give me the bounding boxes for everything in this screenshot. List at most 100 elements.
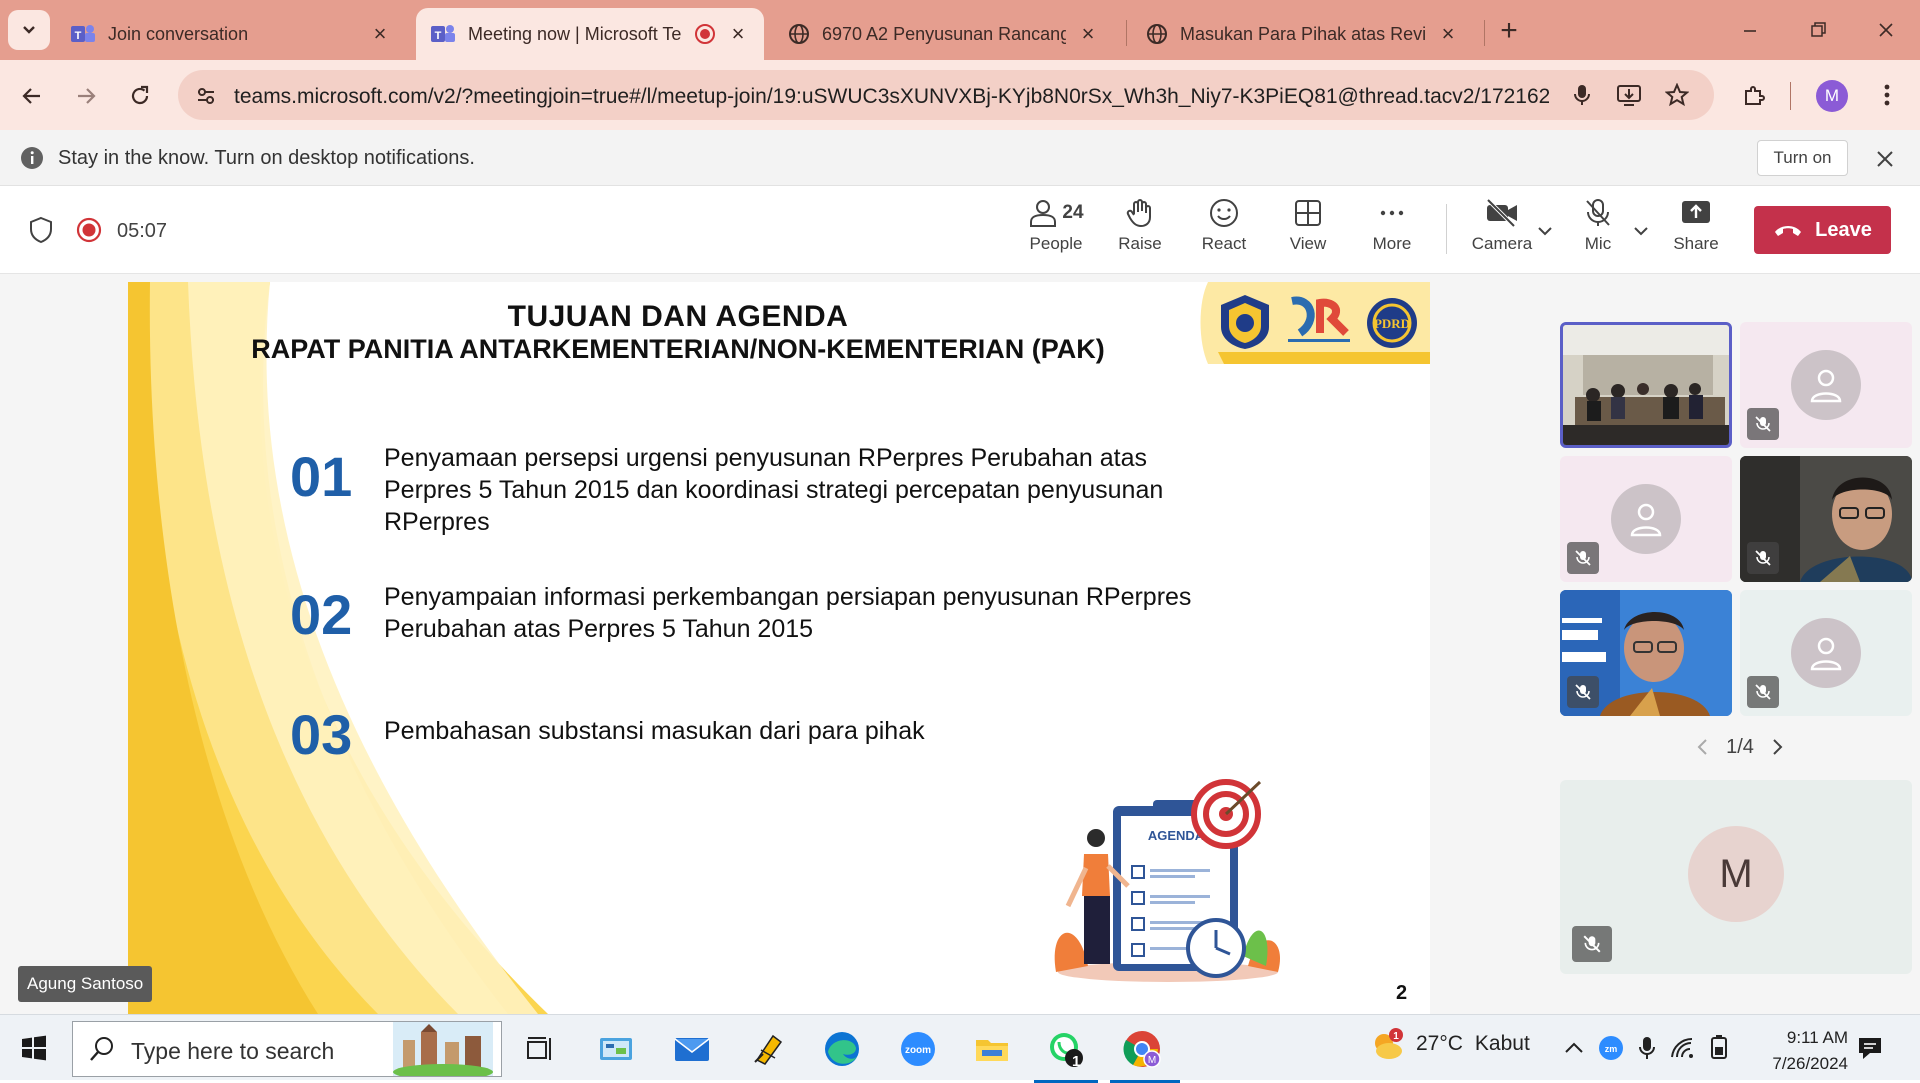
more-vertical-icon <box>1884 84 1890 106</box>
minimize-icon <box>1744 30 1756 32</box>
close-tab-icon[interactable]: × <box>368 21 392 46</box>
restore-button[interactable] <box>1798 14 1838 46</box>
tab-join-conversation[interactable]: T Join conversation × <box>56 8 406 60</box>
muted-badge <box>1747 676 1779 708</box>
hand-icon <box>1126 199 1151 228</box>
people-button[interactable]: 24 People <box>1016 198 1096 266</box>
self-view-tile[interactable]: M <box>1560 780 1912 974</box>
bookmark-button[interactable] <box>1658 76 1696 114</box>
close-tab-icon[interactable]: × <box>1436 21 1460 46</box>
participant-tile-avatar[interactable] <box>1740 322 1912 448</box>
tab-separator <box>1126 20 1127 46</box>
close-tab-icon[interactable]: × <box>726 21 750 46</box>
new-tab-button[interactable]: + <box>1492 14 1526 48</box>
windows-taskbar: Type here to search zoom 1 M 1 27°C Kabu… <box>0 1014 1920 1083</box>
chevron-right-icon[interactable] <box>1770 738 1784 756</box>
participant-tile-video[interactable] <box>1740 456 1912 582</box>
hang-up-icon <box>1775 226 1802 236</box>
chevron-up-icon[interactable] <box>1564 1041 1584 1055</box>
browser-menu-button[interactable] <box>1872 76 1902 114</box>
tab-masukan-para-pihak[interactable]: Masukan Para Pihak atas Revisi × <box>1132 8 1474 60</box>
wifi-icon[interactable] <box>1670 1037 1696 1059</box>
restore-icon <box>1811 22 1826 37</box>
dismiss-notification-button[interactable] <box>1870 144 1900 174</box>
more-button[interactable]: More <box>1352 198 1432 266</box>
extensions-button[interactable] <box>1735 76 1773 114</box>
task-view-button[interactable] <box>516 1025 564 1073</box>
forward-button[interactable] <box>66 76 106 116</box>
person-icon <box>1630 503 1662 537</box>
install-app-button[interactable] <box>1610 76 1648 114</box>
camera-button[interactable]: Camera <box>1462 198 1542 266</box>
shield-icon[interactable] <box>28 216 54 244</box>
taskbar-app-chrome[interactable]: M <box>1110 1025 1180 1083</box>
tab-meeting-now[interactable]: T Meeting now | Microsoft Te × <box>416 8 764 60</box>
taskbar-app-mail[interactable] <box>668 1025 716 1073</box>
reload-button[interactable] <box>120 76 160 116</box>
participant-tile-avatar[interactable] <box>1560 456 1732 582</box>
mic-off-icon <box>1755 550 1771 566</box>
taskbar-app-pen-tool[interactable] <box>744 1025 792 1073</box>
share-button[interactable]: Share <box>1656 198 1736 266</box>
mic-permission-button[interactable] <box>1564 76 1600 114</box>
start-button[interactable] <box>10 1024 58 1072</box>
person-icon <box>1810 637 1842 671</box>
taskbar-search-box[interactable]: Type here to search <box>72 1021 502 1077</box>
taskbar-app-file-explorer[interactable] <box>968 1025 1016 1073</box>
leave-button[interactable]: Leave <box>1754 206 1891 254</box>
close-window-button[interactable] <box>1866 14 1906 46</box>
react-button[interactable]: React <box>1184 198 1264 266</box>
weather-widget[interactable]: 1 27°C Kabut <box>1370 1027 1530 1061</box>
back-button[interactable] <box>12 76 52 116</box>
battery-device-icon[interactable] <box>1708 1035 1730 1061</box>
participant-tile-avatar[interactable] <box>1740 590 1912 716</box>
raise-hand-button[interactable]: Raise <box>1100 198 1180 266</box>
notification-center-icon[interactable] <box>1856 1034 1884 1062</box>
minimize-button[interactable] <box>1730 14 1770 46</box>
raise-label: Raise <box>1118 234 1162 253</box>
chrome-icon: M <box>1123 1031 1161 1068</box>
meeting-stage: PDRD TUJUAN DAN AGENDA RAPAT PANITIA ANT… <box>0 274 1920 1014</box>
muted-badge <box>1567 542 1599 574</box>
clock-date: 7/26/2024 <box>1772 1054 1848 1073</box>
edge-icon <box>825 1032 859 1066</box>
more-horizontal-icon <box>1380 210 1404 216</box>
profile-button[interactable]: M <box>1816 80 1848 112</box>
people-count: 24 <box>1062 202 1084 223</box>
close-tab-icon[interactable]: × <box>1076 21 1100 46</box>
tab-search-button[interactable] <box>8 10 50 50</box>
system-clock[interactable]: 9:11 AM 7/26/2024 <box>1748 1025 1848 1077</box>
view-button[interactable]: View <box>1268 198 1348 266</box>
participant-tile-video[interactable] <box>1560 590 1732 716</box>
taskbar-app-control-panel[interactable] <box>592 1025 640 1073</box>
muted-badge <box>1572 926 1612 962</box>
share-label: Share <box>1673 234 1719 253</box>
taskbar-app-edge[interactable] <box>818 1025 866 1073</box>
camera-options-chevron-icon[interactable] <box>1536 222 1554 240</box>
reload-icon <box>131 85 149 105</box>
tab-penyusunan-rancangan[interactable]: 6970 A2 Penyusunan Rancanga × <box>774 8 1114 60</box>
notification-text: Stay in the know. Turn on desktop notifi… <box>58 147 475 169</box>
zoom-icon: zoom <box>901 1032 935 1066</box>
microphone-tray-icon[interactable] <box>1638 1035 1656 1061</box>
share-screen-icon <box>1682 201 1710 223</box>
mic-options-chevron-icon[interactable] <box>1632 222 1650 240</box>
mic-button[interactable]: Mic <box>1558 198 1638 266</box>
turn-on-notifications-button[interactable]: Turn on <box>1757 140 1848 176</box>
site-info-button[interactable] <box>188 78 224 114</box>
participant-tile-room-video[interactable] <box>1560 322 1732 448</box>
slide-page-number: 2 <box>1396 982 1408 1004</box>
agenda-item-text: Penyampaian informasi perkembangan persi… <box>384 583 1192 643</box>
tab-title: 6970 A2 Penyusunan Rancanga <box>822 23 1066 44</box>
search-placeholder: Type here to search <box>131 1038 335 1064</box>
mic-off-icon <box>1575 684 1591 700</box>
people-icon <box>1030 200 1057 227</box>
zoom-tray-icon[interactable]: zm <box>1598 1035 1624 1061</box>
url-text[interactable]: teams.microsoft.com/v2/?meetingjoin=true… <box>234 85 1549 109</box>
globe-icon <box>789 24 809 44</box>
taskbar-app-whatsapp[interactable]: 1 <box>1034 1025 1098 1083</box>
chevron-left-icon[interactable] <box>1696 738 1710 756</box>
more-label: More <box>1372 234 1412 253</box>
partner-logos: PDRD <box>1210 286 1425 356</box>
taskbar-app-zoom[interactable]: zoom <box>894 1025 942 1073</box>
